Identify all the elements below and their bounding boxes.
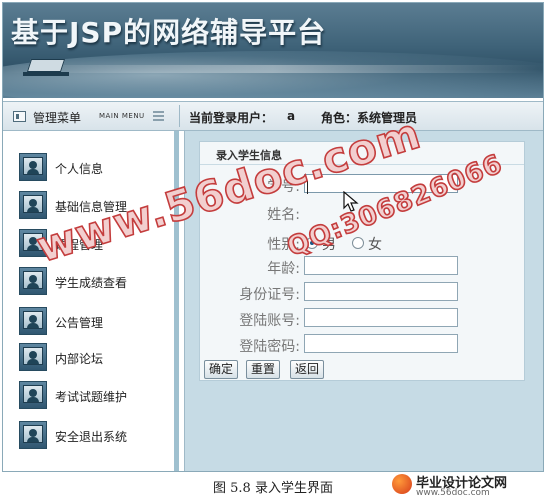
age-label: 年龄: xyxy=(267,261,300,277)
sidebar-item-label: 内部论坛 xyxy=(55,352,104,366)
role-label: 角色：系统管理员 xyxy=(321,111,418,125)
id-card-input[interactable] xyxy=(304,282,458,301)
mouse-cursor-icon xyxy=(343,191,359,212)
main-menu-en-label: MAIN MENU xyxy=(99,112,145,120)
banner-swoosh xyxy=(3,51,543,98)
gender-female-label: 女 xyxy=(368,237,382,253)
sidebar-item-exam-questions[interactable]: 考试试题维护 xyxy=(19,381,169,411)
sidebar-item-label: 基础信息管理 xyxy=(55,200,128,214)
banner-stripe xyxy=(3,65,543,73)
user-computer-icon xyxy=(19,267,47,295)
sidebar-item-basic-info[interactable]: 基础信息管理 xyxy=(19,191,169,221)
sidebar-item-label: 安全退出系统 xyxy=(55,430,128,444)
text-caret xyxy=(307,181,308,194)
top-toolbar: 管理菜单 MAIN MENU 当前登录用户： a 角色：系统管理员 xyxy=(3,101,543,131)
gender-male-label: 男 xyxy=(322,237,336,253)
sidebar-item-personal-info[interactable]: 个人信息 xyxy=(19,153,169,183)
student-id-label: 学号: xyxy=(267,179,300,195)
sidebar-item-label: 公告管理 xyxy=(55,316,104,330)
login-account-input[interactable] xyxy=(304,308,458,327)
menu-icon xyxy=(13,111,26,122)
header-banner: 基于JSP的网络辅导平台 xyxy=(3,3,543,98)
app-window: 基于JSP的网络辅导平台 管理菜单 MAIN MENU 当前登录用户： a 角色… xyxy=(2,2,544,472)
id-card-label: 身份证号: xyxy=(239,287,300,303)
login-password-input[interactable] xyxy=(304,334,458,353)
user-computer-icon xyxy=(19,153,47,181)
user-computer-icon xyxy=(19,191,47,219)
current-user-label: 当前登录用户： xyxy=(189,111,274,125)
user-computer-icon xyxy=(19,381,47,409)
student-id-input[interactable] xyxy=(304,174,458,193)
sidebar-item-courses[interactable]: 课程管理 xyxy=(19,229,169,259)
sidebar-item-label: 考试试题维护 xyxy=(55,390,128,404)
student-entry-form: 录入学生信息 学号: 姓名: 性别: 男 女 年龄: 身份证号: 登陆账号: 登… xyxy=(199,141,525,381)
sidebar-item-label: 个人信息 xyxy=(55,162,104,176)
name-label: 姓名: xyxy=(267,207,300,223)
reset-button[interactable]: 重置 xyxy=(246,360,281,379)
main-content: 录入学生信息 学号: 姓名: 性别: 男 女 年龄: 身份证号: 登陆账号: 登… xyxy=(184,131,543,471)
footer-url: www.56doc.com xyxy=(416,488,490,498)
age-input[interactable] xyxy=(304,256,458,275)
footer-logo: 毕业设计论文网 www.56doc.com xyxy=(392,472,542,500)
sidebar-item-label: 学生成绩查看 xyxy=(55,276,128,290)
user-computer-icon xyxy=(19,343,47,371)
gender-male-radio[interactable] xyxy=(306,237,318,249)
back-button[interactable]: 返回 xyxy=(290,360,325,379)
main-menu-label: 管理菜单 xyxy=(33,111,82,125)
sidebar-item-label: 课程管理 xyxy=(55,238,104,252)
app-title: 基于JSP的网络辅导平台 xyxy=(11,16,327,49)
laptop-icon xyxy=(23,59,69,77)
sidebar-item-logout[interactable]: 安全退出系统 xyxy=(19,421,169,451)
login-account-label: 登陆账号: xyxy=(239,313,300,329)
gender-label: 性别: xyxy=(267,237,300,253)
logo-badge-icon xyxy=(392,474,412,494)
toolbar-divider xyxy=(179,105,180,127)
user-computer-icon xyxy=(19,229,47,257)
sidebar-item-forum[interactable]: 内部论坛 xyxy=(19,343,169,373)
current-user-value: a xyxy=(287,109,296,123)
form-divider xyxy=(200,164,524,165)
form-title: 录入学生信息 xyxy=(216,149,282,162)
user-computer-icon xyxy=(19,421,47,449)
sidebar: 个人信息 基础信息管理 课程管理 学生成绩查看 公告管理 内部论坛 考试试题维护 xyxy=(3,131,179,471)
sidebar-item-grades[interactable]: 学生成绩查看 xyxy=(19,267,169,297)
confirm-button[interactable]: 确定 xyxy=(204,360,239,379)
sidebar-item-announcements[interactable]: 公告管理 xyxy=(19,307,169,337)
login-password-label: 登陆密码: xyxy=(239,339,300,355)
collapse-menu-icon[interactable] xyxy=(153,111,164,121)
gender-female-radio[interactable] xyxy=(352,237,364,249)
user-computer-icon xyxy=(19,307,47,335)
